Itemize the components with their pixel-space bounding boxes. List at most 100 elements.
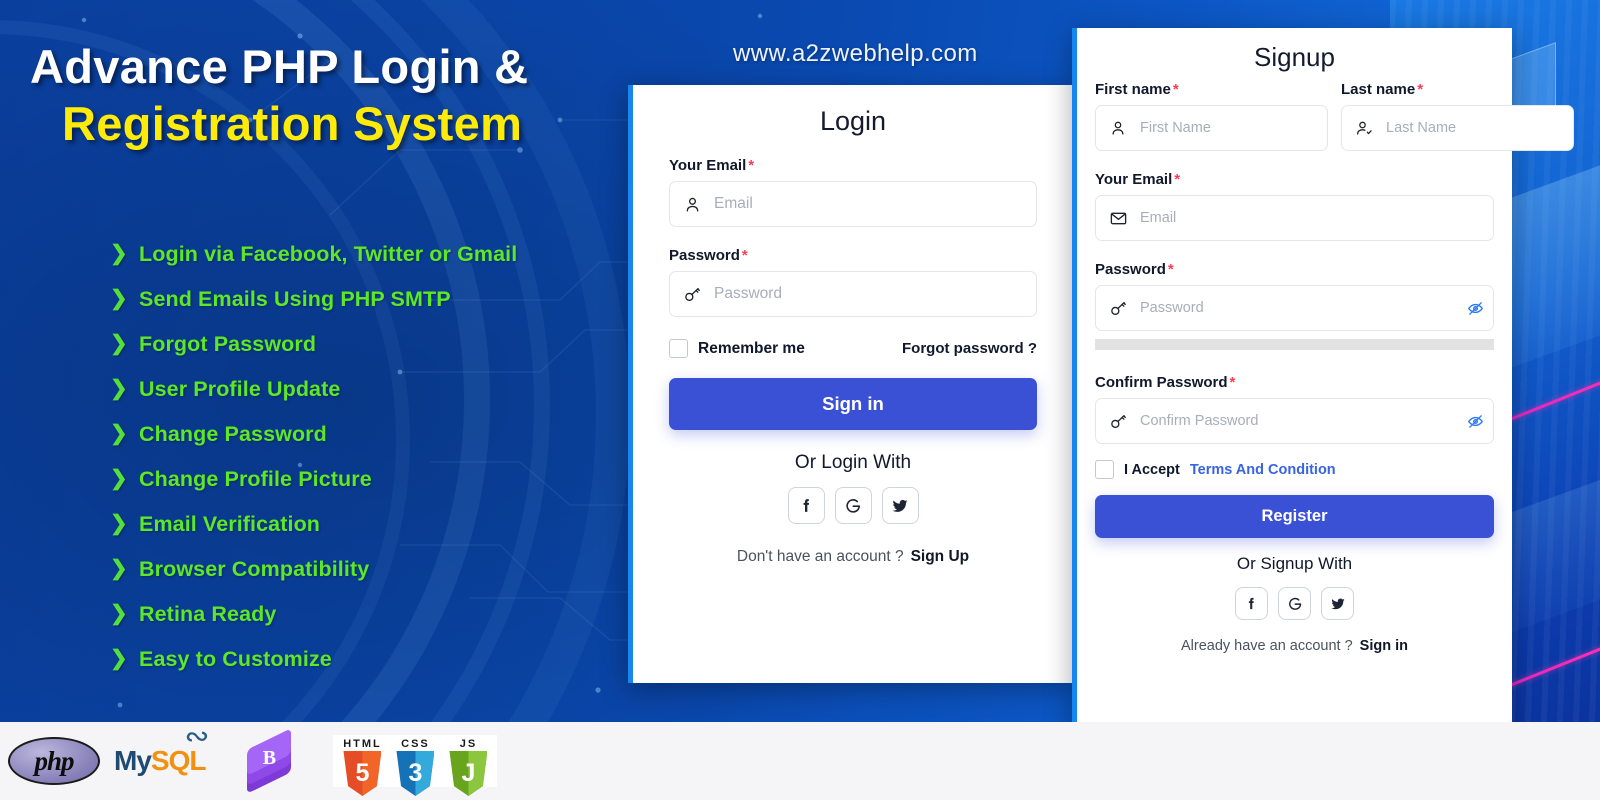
chevron-right-icon: ❯	[110, 287, 128, 310]
signup-card: Signup First name* Last nam	[1072, 28, 1574, 746]
technology-logo-bar: php My SQL ∾ B HTML 5 CSS 3 JS J	[0, 720, 1600, 800]
signup-footer-text: Already have an account ?	[1180, 638, 1353, 654]
remember-me-label: Remember me	[698, 339, 805, 357]
google-icon[interactable]	[834, 487, 872, 524]
promo-left-column: Advance PHP Login & Registration System …	[0, 0, 630, 800]
required-asterisk: *	[1229, 374, 1236, 391]
twitter-icon[interactable]	[1321, 587, 1354, 620]
last-name-label: Last name *	[1341, 81, 1574, 98]
facebook-icon[interactable]	[1235, 587, 1268, 620]
signup-social-buttons	[1095, 587, 1494, 620]
key-icon	[1096, 412, 1140, 431]
remember-me-checkbox[interactable]	[669, 339, 688, 358]
terms-and-condition-link[interactable]: Terms And Condition	[1190, 462, 1336, 478]
php-logo-text: php	[8, 737, 100, 785]
feature-item-label: Login via Facebook, Twitter or Gmail	[139, 241, 518, 266]
feature-item-label: Change Password	[139, 421, 327, 446]
required-asterisk: *	[741, 247, 748, 264]
google-icon[interactable]	[1278, 587, 1311, 620]
feature-item-label: Browser Compatibility	[139, 556, 370, 581]
login-title: Login	[819, 106, 887, 136]
key-icon	[1096, 299, 1140, 318]
feature-item: ❯ Forgot Password	[110, 322, 517, 366]
feature-item: ❯ Change Profile Picture	[110, 457, 517, 501]
confirm-password-label: Confirm Password *	[1095, 374, 1494, 391]
accept-terms-checkbox[interactable]	[1095, 460, 1114, 479]
feature-item-label: Forgot Password	[139, 331, 317, 356]
chevron-right-icon: ❯	[110, 602, 128, 625]
login-password-label: Password *	[669, 247, 1037, 264]
confirm-password-label-text: Confirm Password	[1095, 374, 1228, 391]
signup-or-label: Or Signup With	[1236, 554, 1353, 573]
signup-password-label: Password *	[1095, 261, 1494, 278]
mysql-logo: My SQL ∾	[114, 720, 209, 787]
feature-item: ❯ Email Verification	[110, 502, 517, 546]
javascript-caption: JS	[459, 738, 478, 750]
envelope-icon	[1096, 209, 1140, 228]
css3-glyph: 3	[408, 759, 423, 787]
accept-terms-label: I Accept	[1124, 461, 1180, 478]
signup-email-input[interactable]	[1140, 196, 1493, 240]
site-url: www.a2zwebhelp.com	[733, 40, 978, 67]
twitter-icon[interactable]	[881, 487, 919, 524]
required-asterisk: *	[1167, 261, 1174, 278]
signup-email-field[interactable]	[1095, 195, 1494, 241]
key-icon	[670, 285, 714, 304]
feature-item: ❯ User Profile Update	[110, 367, 517, 411]
confirm-password-input[interactable]	[1140, 399, 1457, 443]
signup-email-label-text: Your Email	[1095, 171, 1173, 188]
chevron-right-icon: ❯	[110, 557, 128, 580]
login-email-input[interactable]	[714, 182, 1036, 226]
required-asterisk: *	[1417, 81, 1424, 98]
chevron-right-icon: ❯	[110, 647, 128, 670]
feature-item-label: Send Emails Using PHP SMTP	[139, 286, 451, 311]
chevron-right-icon: ❯	[110, 377, 128, 400]
eye-slash-icon[interactable]	[1457, 300, 1493, 317]
promo-banner: Advance PHP Login & Registration System …	[0, 0, 1600, 800]
login-or-label: Or Login With	[794, 452, 912, 473]
chevron-right-icon: ❯	[110, 467, 128, 490]
sign-up-link[interactable]: Sign Up	[911, 548, 970, 565]
css3-logo: CSS 3	[392, 738, 438, 796]
login-social-buttons	[669, 487, 1037, 524]
last-name-field[interactable]	[1341, 105, 1574, 151]
signup-footer: Already have an account ? Sign in	[1095, 638, 1494, 654]
w3-logos: HTML 5 CSS 3 JS J	[333, 735, 498, 796]
sign-in-link[interactable]: Sign in	[1360, 638, 1408, 654]
confirm-password-field[interactable]	[1095, 398, 1494, 444]
signup-email-label: Your Email *	[1095, 171, 1494, 188]
feature-item-label: User Profile Update	[139, 376, 341, 401]
password-strength-bar	[1095, 339, 1494, 350]
login-password-input[interactable]	[714, 272, 1036, 316]
register-button[interactable]: Register	[1095, 495, 1494, 538]
first-name-label-text: First name	[1095, 81, 1171, 98]
login-options-row: Remember me Forgot password ?	[669, 339, 1037, 358]
signup-password-input[interactable]	[1140, 286, 1457, 330]
feature-item-label: Email Verification	[139, 511, 321, 536]
dolphin-icon: ∾	[184, 720, 210, 753]
feature-item: ❯ Change Password	[110, 412, 517, 456]
facebook-icon[interactable]	[787, 487, 825, 524]
feature-item-label: Easy to Customize	[139, 646, 332, 671]
html5-glyph: 5	[355, 759, 370, 787]
first-name-field[interactable]	[1095, 105, 1328, 151]
feature-item-label: Change Profile Picture	[139, 466, 372, 491]
login-password-label-text: Password	[669, 247, 740, 264]
last-name-input[interactable]	[1386, 106, 1573, 150]
remember-me-group[interactable]: Remember me	[669, 339, 805, 358]
person-icon	[670, 195, 714, 214]
sign-in-button[interactable]: Sign in	[669, 378, 1037, 430]
login-email-label: Your Email *	[669, 157, 1037, 174]
forgot-password-link[interactable]: Forgot password ?	[902, 340, 1037, 357]
first-name-input[interactable]	[1140, 106, 1327, 150]
required-asterisk: *	[1172, 81, 1179, 98]
name-row: First name* Last name*	[1095, 73, 1574, 151]
login-password-field[interactable]	[669, 271, 1037, 317]
css3-caption: CSS	[401, 738, 430, 750]
login-email-field[interactable]	[669, 181, 1037, 227]
signup-password-field[interactable]	[1095, 285, 1494, 331]
javascript-logo: JS J	[445, 738, 491, 796]
feature-item: ❯ Easy to Customize	[110, 637, 517, 681]
eye-slash-icon[interactable]	[1457, 413, 1493, 430]
accept-terms-group[interactable]: I Accept Terms And Condition	[1095, 460, 1494, 479]
